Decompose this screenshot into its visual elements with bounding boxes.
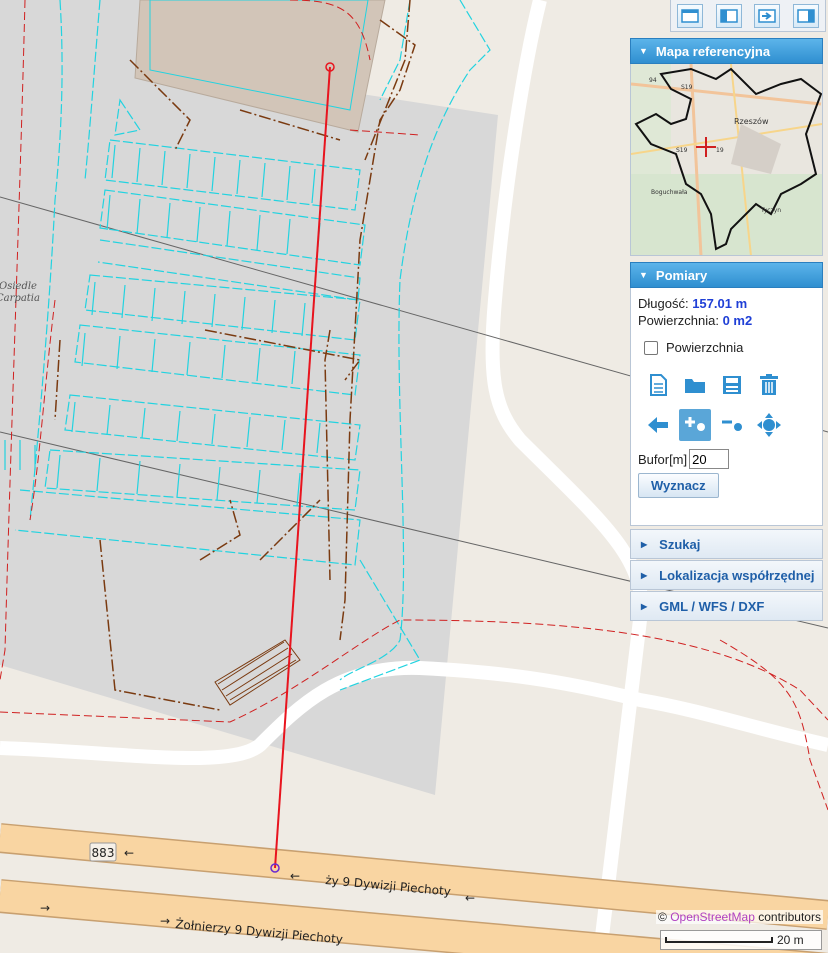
- ref-road-label: S19: [676, 147, 688, 154]
- area-value: 0 m2: [722, 313, 753, 328]
- road-ref-text: 883: [92, 846, 115, 860]
- move-icon[interactable]: [753, 409, 785, 441]
- area-checkbox[interactable]: [644, 340, 658, 355]
- undo-arrow-icon[interactable]: [642, 409, 674, 441]
- scale-label: 20 m: [777, 933, 804, 947]
- add-point-icon[interactable]: [679, 409, 711, 441]
- section-gml-wfs-dxf[interactable]: ▶ GML / WFS / DXF: [630, 591, 823, 621]
- section-coordinate[interactable]: ▶ Lokalizacja współrzędnej: [630, 560, 823, 590]
- section-label: GML / WFS / DXF: [659, 598, 765, 614]
- open-folder-icon[interactable]: [679, 369, 711, 401]
- trash-icon[interactable]: [753, 369, 785, 401]
- compute-button[interactable]: Wyznacz: [638, 473, 719, 498]
- ref-map-header[interactable]: ▼ Mapa referencyjna: [630, 38, 823, 64]
- measure-panel: Długość: 157.01 m Powierzchnia: 0 m2 Pow…: [630, 288, 823, 526]
- expand-arrow-icon: ▶: [641, 601, 648, 611]
- oneway-arrow: ←: [290, 869, 300, 883]
- oneway-arrow: →: [160, 914, 170, 928]
- oneway-arrow: ←: [124, 846, 134, 860]
- measure-title: Pomiary: [655, 267, 708, 283]
- ref-road-label: S19: [681, 84, 693, 91]
- place-label: Carpatia: [0, 293, 40, 304]
- length-value: 157.01 m: [692, 296, 748, 311]
- remove-point-icon[interactable]: [716, 409, 748, 441]
- area-checkbox-label: Powierzchnia: [666, 340, 744, 355]
- ref-map-title: Mapa referencyjna: [655, 43, 771, 59]
- window-layout-icon[interactable]: [677, 3, 704, 28]
- section-label: Szukaj: [659, 536, 701, 552]
- attribution: © OpenStreetMap contributors: [656, 910, 823, 924]
- osm-link[interactable]: OpenStreetMap: [670, 910, 755, 924]
- top-toolbar: [670, 0, 826, 32]
- scale-bar-line: [665, 937, 773, 943]
- ref-city-label: Rzeszów: [734, 116, 769, 126]
- ref-road-label: 19: [716, 147, 724, 154]
- oneway-arrow: →: [40, 901, 50, 915]
- export-icon[interactable]: [754, 3, 781, 28]
- new-document-icon[interactable]: [642, 369, 674, 401]
- panel-right-icon[interactable]: [792, 3, 819, 28]
- attribution-suffix: contributors: [758, 910, 821, 924]
- landuse-area: [0, 0, 498, 795]
- ref-town-label: Boguchwała: [651, 189, 688, 196]
- oneway-arrow: ←: [465, 891, 475, 905]
- ref-road-label: 94: [649, 77, 657, 84]
- scale-bar: 20 m: [660, 930, 822, 950]
- ref-town-label: Tyczyn: [760, 207, 781, 214]
- area-label: Powierzchnia:: [638, 313, 719, 328]
- attribution-prefix: ©: [658, 910, 667, 924]
- collapse-arrow-icon: ▼: [639, 46, 648, 56]
- save-icon[interactable]: [716, 369, 748, 401]
- section-search[interactable]: ▶ Szukaj: [630, 529, 823, 559]
- collapse-arrow-icon: ▼: [639, 270, 648, 280]
- buffer-label: Bufor[m]: [638, 451, 688, 467]
- measure-header[interactable]: ▼ Pomiary: [630, 262, 823, 288]
- side-panel: ▼ Mapa referencyjna Rzeszów Boguchwała T…: [630, 38, 823, 621]
- buffer-input[interactable]: [689, 449, 730, 469]
- section-label: Lokalizacja współrzędnej: [659, 567, 815, 583]
- reference-map[interactable]: Rzeszów Boguchwała Tyczyn 94 S19 S19 19: [630, 64, 823, 256]
- expand-arrow-icon: ▶: [641, 570, 648, 580]
- length-label: Długość:: [638, 296, 689, 311]
- expand-arrow-icon: ▶: [641, 539, 648, 549]
- panel-left-icon[interactable]: [715, 3, 742, 28]
- place-label: Osiedle: [0, 281, 37, 292]
